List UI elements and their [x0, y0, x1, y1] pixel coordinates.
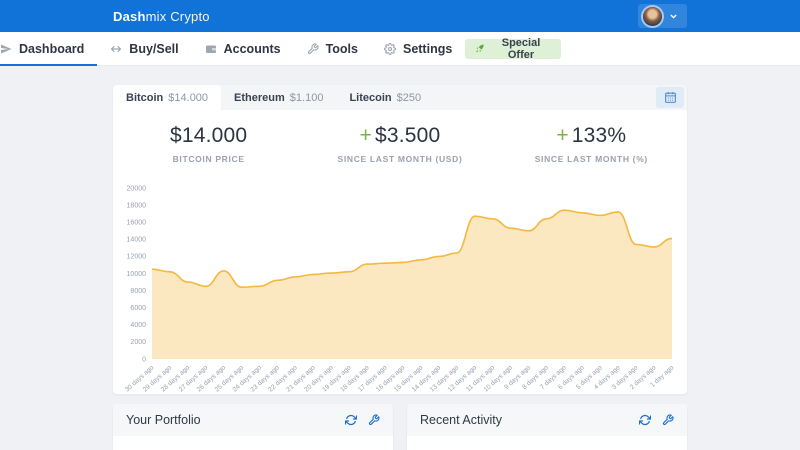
coin-tabs: Bitcoin $14.000 Ethereum $1.100 Litecoin…: [113, 85, 687, 110]
stat-label: SINCE LAST MONTH (%): [496, 154, 687, 164]
refresh-button[interactable]: [639, 414, 651, 426]
stat-value: +133%: [496, 124, 687, 148]
gear-icon: [384, 43, 396, 55]
svg-text:16000: 16000: [127, 220, 147, 227]
stat-bitcoin-price: $14.000 BITCOIN PRICE: [113, 124, 304, 164]
special-offer-label: Special Offer: [491, 37, 551, 61]
crypto-overview-card: Bitcoin $14.000 Ethereum $1.100 Litecoin…: [113, 85, 687, 394]
calendar-icon: [664, 91, 677, 104]
svg-text:4000: 4000: [130, 322, 146, 329]
svg-text:0: 0: [142, 356, 146, 363]
calendar-button[interactable]: [656, 87, 684, 108]
svg-text:10000: 10000: [127, 271, 147, 278]
tab-coin-name: Litecoin: [349, 92, 391, 104]
tab-coin-name: Bitcoin: [126, 92, 163, 104]
tab-coin-price: $250: [397, 92, 421, 104]
nav-item-settings[interactable]: Settings: [371, 32, 465, 65]
nav-item-tools[interactable]: Tools: [294, 32, 371, 65]
portfolio-card-header: Your Portfolio: [113, 404, 393, 436]
special-offer-button[interactable]: Special Offer: [465, 39, 561, 59]
stat-value: +$3.500: [304, 124, 495, 148]
tab-bitcoin[interactable]: Bitcoin $14.000: [113, 85, 221, 110]
brand[interactable]: Dashmix Crypto: [113, 9, 210, 24]
stat-change-usd: +$3.500 SINCE LAST MONTH (USD): [304, 124, 495, 164]
avatar: [643, 7, 662, 26]
nav-item-accounts[interactable]: Accounts: [192, 32, 294, 65]
tab-ethereum[interactable]: Ethereum $1.100: [221, 85, 336, 110]
svg-text:12000: 12000: [127, 254, 147, 261]
topbar: Dashmix Crypto: [0, 0, 800, 32]
card-title: Recent Activity: [420, 413, 502, 427]
svg-text:14000: 14000: [127, 237, 147, 244]
stat-label: BITCOIN PRICE: [113, 154, 304, 164]
stat-change-pct: +133% SINCE LAST MONTH (%): [496, 124, 687, 164]
price-chart-svg: 0 2000 4000 6000 8000 10000 12000 14000 16000 180…: [113, 179, 687, 394]
plus-sign: +: [360, 124, 372, 147]
nav-item-buy-sell[interactable]: Buy/Sell: [97, 32, 191, 65]
nav-item-dashboard[interactable]: Dashboard: [0, 32, 97, 65]
wrench-icon: [662, 414, 674, 426]
rocket-icon: [475, 43, 485, 54]
brand-rest: mix Crypto: [146, 9, 210, 24]
refresh-icon: [639, 414, 651, 426]
swap-icon: [110, 43, 122, 55]
tab-coin-price: $14.000: [168, 92, 208, 104]
wallet-icon: [205, 43, 217, 55]
user-menu-button[interactable]: [638, 4, 687, 28]
stats-row: $14.000 BITCOIN PRICE +$3.500 SINCE LAST…: [113, 110, 687, 179]
tab-coin-price: $1.100: [290, 92, 324, 104]
recent-activity-card: Recent Activity: [407, 404, 687, 450]
stat-value: $14.000: [113, 124, 304, 148]
main-nav: Dashboard Buy/Sell Accounts Tools Settin…: [0, 32, 800, 66]
recent-activity-card-header: Recent Activity: [407, 404, 687, 436]
svg-text:8000: 8000: [130, 288, 146, 295]
wrench-icon: [307, 43, 319, 55]
nav-item-label: Dashboard: [19, 42, 84, 56]
tab-coin-name: Ethereum: [234, 92, 285, 104]
wrench-icon: [368, 414, 380, 426]
refresh-button[interactable]: [345, 414, 357, 426]
card-title: Your Portfolio: [126, 413, 201, 427]
svg-text:2000: 2000: [130, 339, 146, 346]
tab-litecoin[interactable]: Litecoin $250: [336, 85, 434, 110]
card-settings-button[interactable]: [662, 414, 674, 426]
nav-item-label: Tools: [326, 42, 358, 56]
nav-item-label: Accounts: [224, 42, 281, 56]
portfolio-card-body: [113, 436, 393, 450]
nav-item-label: Settings: [403, 42, 452, 56]
portfolio-card: Your Portfolio: [113, 404, 393, 450]
send-icon: [0, 43, 12, 55]
price-chart: 0 2000 4000 6000 8000 10000 12000 14000 16000 180…: [113, 179, 687, 394]
svg-text:20000: 20000: [127, 185, 147, 192]
content: Bitcoin $14.000 Ethereum $1.100 Litecoin…: [0, 85, 800, 450]
recent-activity-card-body: [407, 436, 687, 450]
card-settings-button[interactable]: [368, 414, 380, 426]
nav-item-label: Buy/Sell: [129, 42, 178, 56]
svg-text:18000: 18000: [127, 202, 147, 209]
plus-sign: +: [556, 124, 568, 147]
refresh-icon: [345, 414, 357, 426]
brand-bold: Dash: [113, 9, 146, 24]
chevron-down-icon: [669, 12, 678, 21]
svg-text:6000: 6000: [130, 305, 146, 312]
stat-label: SINCE LAST MONTH (USD): [304, 154, 495, 164]
bottom-row: Your Portfolio Recent Activity: [113, 404, 687, 450]
